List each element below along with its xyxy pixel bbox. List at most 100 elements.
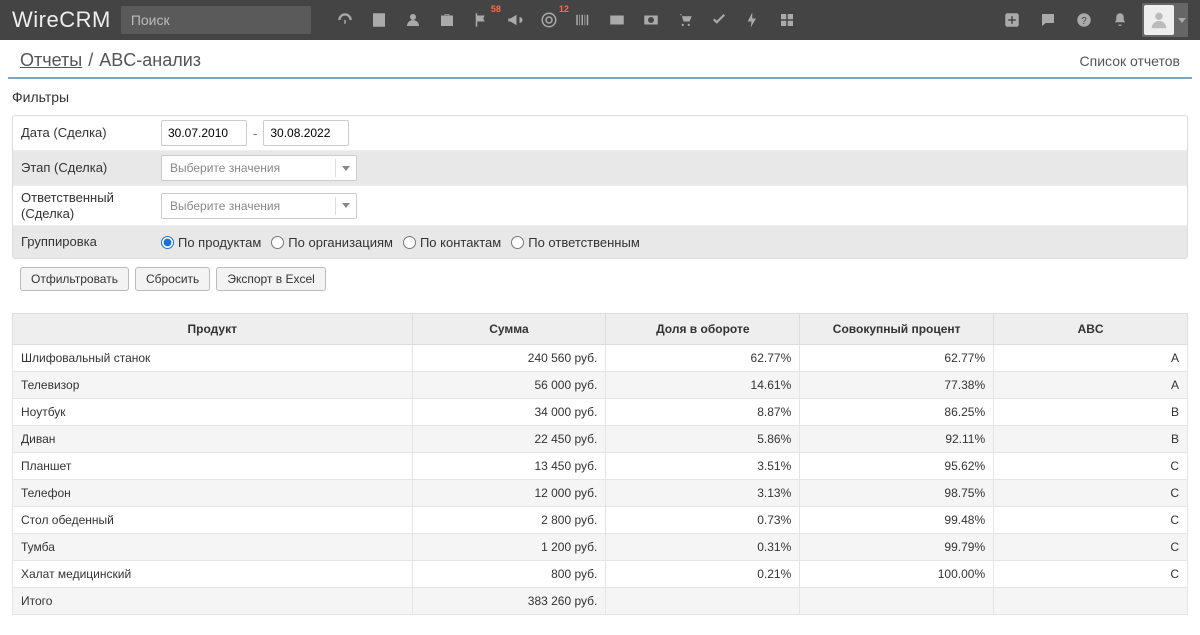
bell-icon[interactable] (1106, 6, 1134, 34)
cell-share: 0.31% (606, 534, 800, 561)
filter-label-stage: Этап (Сделка) (21, 160, 161, 176)
group-radio-contacts[interactable]: По контактам (403, 235, 501, 250)
th-sum[interactable]: Сумма (412, 314, 606, 345)
filters-body: Дата (Сделка) - Этап (Сделка) Выберите з… (12, 115, 1188, 259)
abc-table: Продукт Сумма Доля в обороте Совокупный … (12, 313, 1188, 615)
search-input[interactable] (121, 6, 311, 34)
lifebuoy-badge: 12 (559, 4, 569, 14)
table-row: Халат медицинский800 руб.0.21%100.00%C (13, 561, 1188, 588)
th-share[interactable]: Доля в обороте (606, 314, 800, 345)
help-icon[interactable]: ? (1070, 6, 1098, 34)
cell-share: 0.73% (606, 507, 800, 534)
cell-abc: B (994, 426, 1188, 453)
cell-abc: A (994, 345, 1188, 372)
cell-product: Шлифовальный станок (13, 345, 413, 372)
filters-title: Фильтры (12, 85, 1188, 109)
cell-sum: 56 000 руб. (412, 372, 606, 399)
navbar: WireCRM 58 12 ? (0, 0, 1200, 40)
date-from-input[interactable] (161, 120, 247, 146)
breadcrumb-root[interactable]: Отчеты (20, 50, 82, 71)
cell-abc: B (994, 399, 1188, 426)
user-menu[interactable] (1142, 3, 1188, 37)
date-to-input[interactable] (263, 120, 349, 146)
cell-cum: 100.00% (800, 561, 994, 588)
check-icon[interactable] (705, 6, 733, 34)
chevron-down-icon (342, 203, 350, 208)
group-radio-group: По продуктам По организациям По контакта… (161, 235, 646, 250)
group-radio-resp[interactable]: По ответственным (511, 235, 640, 250)
cell-abc: C (994, 507, 1188, 534)
cell-share: 14.61% (606, 372, 800, 399)
export-button[interactable]: Экспорт в Excel (216, 267, 325, 291)
reset-button[interactable]: Сбросить (135, 267, 210, 291)
brand-logo[interactable]: WireCRM (12, 7, 111, 33)
responsible-placeholder: Выберите значения (170, 199, 280, 213)
cell-sum: 2 800 руб. (412, 507, 606, 534)
cell-total-label: Итого (13, 588, 413, 615)
money-icon[interactable] (637, 6, 665, 34)
barcode-icon[interactable] (569, 6, 597, 34)
card-icon[interactable] (603, 6, 631, 34)
cell-product: Планшет (13, 453, 413, 480)
filter-row-group: Группировка По продуктам По организациям… (13, 226, 1187, 258)
breadcrumb-current: ABC-анализ (99, 50, 201, 71)
cell-cum: 99.48% (800, 507, 994, 534)
table-row: Диван22 450 руб.5.86%92.11%B (13, 426, 1188, 453)
group-radio-orgs[interactable]: По организациям (271, 235, 393, 250)
cell-sum: 13 450 руб. (412, 453, 606, 480)
lifebuoy-icon[interactable]: 12 (535, 6, 563, 34)
megaphone-icon[interactable] (501, 6, 529, 34)
th-product[interactable]: Продукт (13, 314, 413, 345)
cell-sum: 34 000 руб. (412, 399, 606, 426)
filter-button[interactable]: Отфильтровать (20, 267, 129, 291)
cell-sum: 12 000 руб. (412, 480, 606, 507)
cell-product: Тумба (13, 534, 413, 561)
building-icon[interactable] (365, 6, 393, 34)
cell-product: Диван (13, 426, 413, 453)
nav-icons-right: ? (998, 3, 1188, 37)
table-row: Шлифовальный станок240 560 руб.62.77%62.… (13, 345, 1188, 372)
cell-sum: 1 200 руб. (412, 534, 606, 561)
chevron-down-icon (1178, 18, 1186, 23)
bolt-icon[interactable] (739, 6, 767, 34)
table-row: Ноутбук34 000 руб.8.87%86.25%B (13, 399, 1188, 426)
cart-icon[interactable] (671, 6, 699, 34)
cell-abc: A (994, 372, 1188, 399)
page-header: Отчеты / ABC-анализ Список отчетов (8, 40, 1192, 79)
cell-share: 62.77% (606, 345, 800, 372)
plus-icon[interactable] (998, 6, 1026, 34)
cell-cum: 62.77% (800, 345, 994, 372)
flag-badge: 58 (491, 4, 501, 14)
cell-share: 3.13% (606, 480, 800, 507)
th-abc[interactable]: ABC (994, 314, 1188, 345)
cell-product: Стол обеденный (13, 507, 413, 534)
reports-list-link[interactable]: Список отчетов (1080, 53, 1180, 69)
cell-sum: 240 560 руб. (412, 345, 606, 372)
responsible-select[interactable]: Выберите значения (161, 193, 357, 219)
dashboard-icon[interactable] (331, 6, 359, 34)
table-row: Стол обеденный2 800 руб.0.73%99.48%C (13, 507, 1188, 534)
breadcrumb-sep: / (88, 50, 93, 71)
flag-icon[interactable]: 58 (467, 6, 495, 34)
cell-share: 0.21% (606, 561, 800, 588)
cell-share: 3.51% (606, 453, 800, 480)
th-cum[interactable]: Совокупный процент (800, 314, 994, 345)
avatar-icon (1144, 5, 1174, 35)
filter-label-date: Дата (Сделка) (21, 125, 161, 141)
cell-abc: C (994, 534, 1188, 561)
chat-icon[interactable] (1034, 6, 1062, 34)
grid-icon[interactable] (773, 6, 801, 34)
table-header-row: Продукт Сумма Доля в обороте Совокупный … (13, 314, 1188, 345)
cell-product: Телевизор (13, 372, 413, 399)
stage-select[interactable]: Выберите значения (161, 155, 357, 181)
group-radio-products[interactable]: По продуктам (161, 235, 261, 250)
date-separator: - (253, 126, 257, 141)
cell-cum: 77.38% (800, 372, 994, 399)
briefcase-icon[interactable] (433, 6, 461, 34)
user-icon[interactable] (399, 6, 427, 34)
chevron-down-icon (342, 166, 350, 171)
filter-label-group: Группировка (21, 234, 161, 250)
cell-abc: C (994, 480, 1188, 507)
table-row: Планшет13 450 руб.3.51%95.62%C (13, 453, 1188, 480)
svg-text:?: ? (1081, 16, 1087, 27)
